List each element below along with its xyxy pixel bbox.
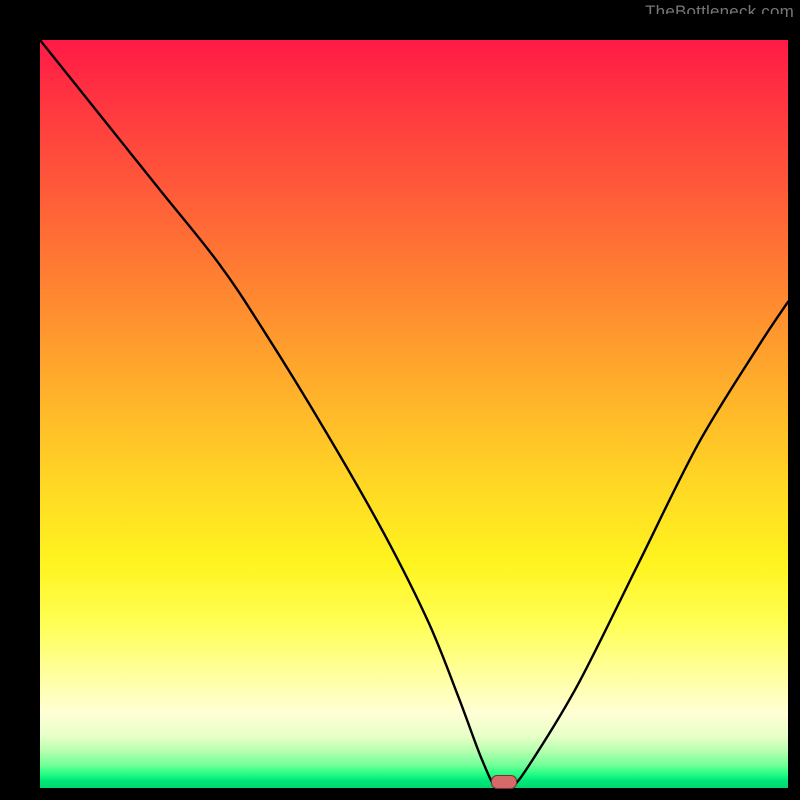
plot-area [40,40,788,788]
curve-svg [40,40,788,788]
chart-frame [14,14,786,786]
bottleneck-curve-path [40,40,788,788]
optimal-marker [491,775,517,789]
